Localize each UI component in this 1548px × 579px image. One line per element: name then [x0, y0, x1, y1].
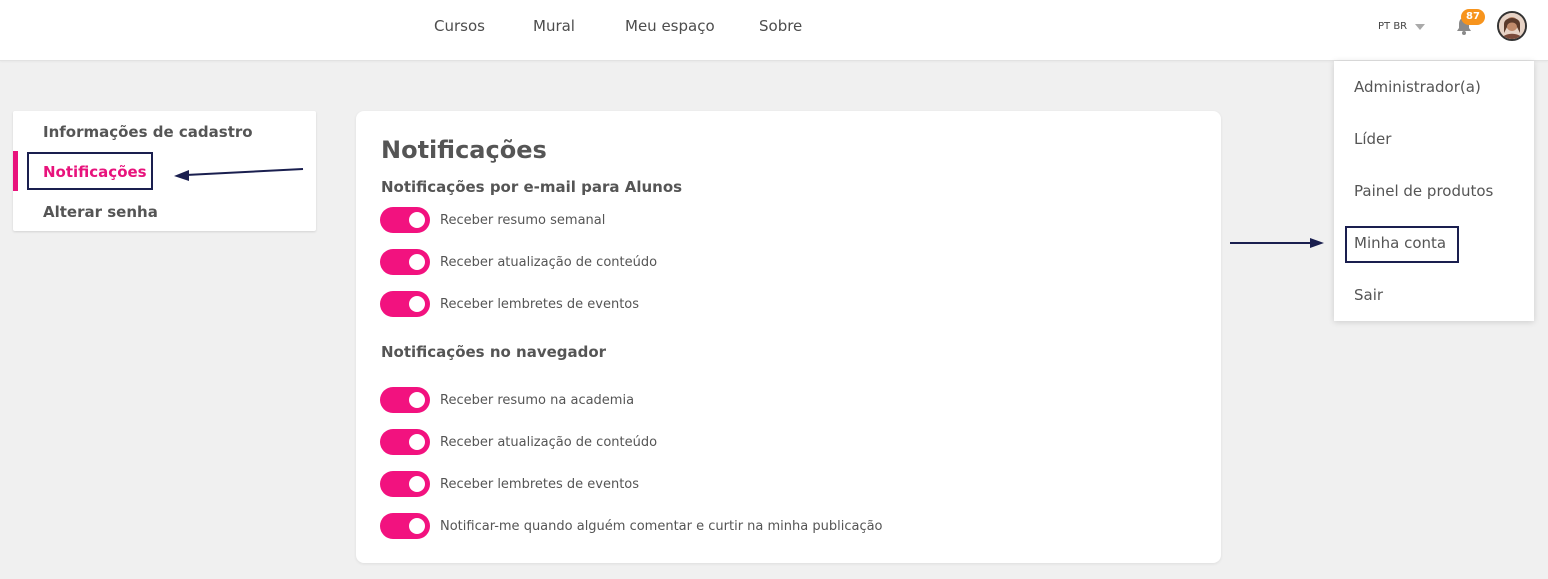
- menu-item-painel-de-produtos[interactable]: Painel de produtos: [1354, 182, 1493, 200]
- toggle-label: Receber atualização de conteúdo: [440, 434, 658, 450]
- toggle-label: Receber lembretes de eventos: [440, 296, 640, 312]
- sidebar-item-informacoes-de-cadastro[interactable]: Informações de cadastro: [43, 123, 253, 141]
- top-navigation-bar: Cursos Mural Meu espaço Sobre PT BR 87: [0, 0, 1548, 61]
- toggle-label: Receber lembretes de eventos: [440, 476, 640, 492]
- toggle-switch[interactable]: [380, 387, 430, 413]
- language-selector[interactable]: PT BR: [1378, 21, 1426, 32]
- active-indicator: [13, 151, 18, 191]
- toggle-row: Receber lembretes de eventos: [380, 291, 639, 317]
- user-avatar[interactable]: [1497, 11, 1527, 41]
- toggle-label: Notificar-me quando alguém comentar e cu…: [440, 518, 883, 534]
- page-title: Notificações: [381, 136, 547, 164]
- toggle-switch[interactable]: [380, 471, 430, 497]
- nav-link-meu-espaco[interactable]: Meu espaço: [625, 17, 715, 35]
- toggle-row: Receber atualização de conteúdo: [380, 249, 657, 275]
- toggle-label: Receber resumo semanal: [440, 212, 606, 228]
- toggle-switch[interactable]: [380, 513, 430, 539]
- email-section-heading: Notificações por e-mail para Alunos: [381, 178, 683, 196]
- nav-link-mural[interactable]: Mural: [533, 17, 575, 35]
- toggle-row: Receber lembretes de eventos: [380, 471, 639, 497]
- toggle-row: Receber atualização de conteúdo: [380, 429, 657, 455]
- account-dropdown-menu: Administrador(a) Líder Painel de produto…: [1334, 61, 1534, 321]
- settings-sidebar: Informações de cadastro Notificações Alt…: [13, 111, 316, 231]
- highlight-box-minha-conta: [1345, 226, 1459, 263]
- menu-item-administrador[interactable]: Administrador(a): [1354, 78, 1481, 96]
- sidebar-item-alterar-senha[interactable]: Alterar senha: [43, 203, 158, 221]
- toggle-row: Notificar-me quando alguém comentar e cu…: [380, 513, 883, 539]
- toggle-row: Receber resumo na academia: [380, 387, 634, 413]
- toggle-label: Receber atualização de conteúdo: [440, 254, 658, 270]
- language-label: PT BR: [1378, 21, 1408, 32]
- caret-down-icon: [1415, 23, 1426, 30]
- menu-item-lider[interactable]: Líder: [1354, 130, 1391, 148]
- toggle-switch[interactable]: [380, 429, 430, 455]
- menu-item-sair[interactable]: Sair: [1354, 286, 1383, 304]
- toggle-switch[interactable]: [380, 249, 430, 275]
- toggle-switch[interactable]: [380, 291, 430, 317]
- nav-link-sobre[interactable]: Sobre: [759, 17, 802, 35]
- highlight-box-notificacoes: [27, 152, 153, 190]
- toggle-label: Receber resumo na academia: [440, 392, 635, 408]
- browser-section-heading: Notificações no navegador: [381, 343, 607, 361]
- avatar-image: [1499, 13, 1525, 39]
- nav-link-cursos[interactable]: Cursos: [434, 17, 485, 35]
- toggle-row: Receber resumo semanal: [380, 207, 605, 233]
- arrowhead-right-icon: [1310, 238, 1324, 248]
- notification-count-badge: 87: [1461, 9, 1485, 25]
- notifications-panel: Notificações Notificações por e-mail par…: [356, 111, 1221, 563]
- toggle-switch[interactable]: [380, 207, 430, 233]
